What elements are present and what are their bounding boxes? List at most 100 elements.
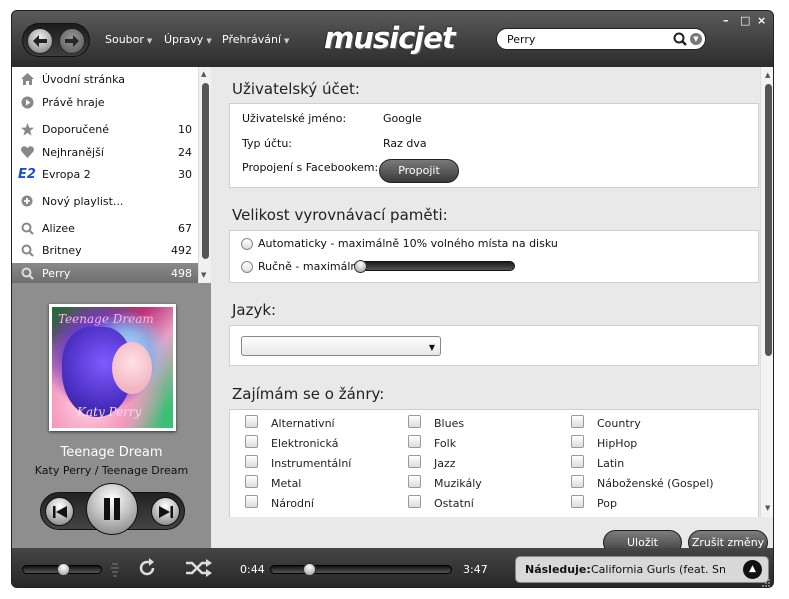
genre-checkbox[interactable] [408,435,421,448]
account-heading: Uživatelský účet: [232,80,360,98]
cache-manual-label: Ručně - maximálně [258,260,365,273]
cache-manual-radio[interactable] [241,261,253,273]
menu-prehravani[interactable]: Přehrávání ▼ [222,33,289,46]
menu-label: Soubor [105,33,144,46]
sidebar-item-label: Nejhranější [42,145,104,159]
nav-buttons [22,23,90,57]
genre-checkbox[interactable] [571,455,584,468]
volume-slider-handle[interactable] [56,563,70,576]
facebook-connect-button[interactable]: Propojit [379,159,459,183]
track-progress-bar[interactable] [270,563,452,576]
evropa2-logo-text: E2 [18,166,36,182]
sidebar-scrollbar[interactable]: ▲ ▼ [198,67,211,283]
scroll-down-icon[interactable]: ▼ [201,271,206,279]
sidebar-item-count: 24 [178,145,192,159]
genre-checkbox[interactable] [408,415,421,428]
settings-scrollbar[interactable]: ▲ ▼ [760,67,773,517]
genre-label: Elektronická [271,437,339,450]
sidebar-item-label: Nový playlist... [42,194,124,208]
arrow-right-icon [65,35,79,47]
sidebar-item-most-played[interactable]: Nejhranější 24 [12,142,198,162]
left-panel: Úvodní stránka Právě hraje Doporučené 10… [12,67,211,548]
sidebar-item-home[interactable]: Úvodní stránka [12,69,198,89]
search-box: ▼ [496,28,706,50]
speaker-icon[interactable] [110,562,120,578]
sidebar-item-search-perry[interactable]: Perry 498 [12,263,198,283]
scroll-down-icon[interactable]: ▼ [765,504,770,512]
scroll-up-icon[interactable]: ▲ [201,70,206,78]
play-circle-icon [12,96,42,109]
scrollbar-thumb[interactable] [202,83,209,259]
shuffle-icon[interactable] [186,559,212,577]
genre-checkbox[interactable] [408,495,421,508]
volume-slider[interactable] [22,563,102,576]
search-icon [12,244,42,257]
genre-checkbox[interactable] [571,415,584,428]
player-controls [40,481,185,541]
elapsed-time: 0:44 [240,563,265,576]
cache-auto-label: Automaticky - maximálně 10% volného míst… [258,237,558,250]
sidebar-item-now-playing[interactable]: Právě hraje [12,92,198,112]
genre-checkbox[interactable] [245,475,258,488]
menu-soubor[interactable]: Soubor ▼ [105,33,152,46]
minimize-button[interactable]: – [723,14,729,27]
genre-checkbox[interactable] [245,435,258,448]
search-icon[interactable] [673,32,687,46]
scroll-up-icon[interactable]: ▲ [765,71,770,79]
resize-grip-icon[interactable] [761,578,771,587]
pause-button[interactable] [86,483,138,535]
maximize-button[interactable]: □ [740,14,750,27]
next-button[interactable] [151,497,180,526]
repeat-icon[interactable] [138,558,156,578]
genre-checkbox[interactable] [245,455,258,468]
plus-circle-icon [12,195,42,207]
sidebar-item-search-britney[interactable]: Britney 492 [12,240,198,260]
sidebar-item-new-playlist[interactable]: Nový playlist... [12,191,198,211]
menu-label: Úpravy [164,33,204,46]
sidebar-list: Úvodní stránka Právě hraje Doporučené 10… [12,67,211,283]
search-options-button[interactable]: ▼ [690,33,702,45]
forward-button[interactable] [59,28,85,54]
expand-up-icon[interactable]: ▲ [743,560,762,579]
genre-label: Alternativní [271,417,335,430]
sidebar-item-label: Úvodní stránka [42,72,125,86]
genre-checkbox[interactable] [571,435,584,448]
cache-heading: Velikost vyrovnávací paměti: [232,206,448,224]
cache-size-slider[interactable] [354,260,515,273]
scrollbar-thumb[interactable] [765,84,772,356]
sidebar-item-count: 498 [171,266,192,280]
back-button[interactable] [27,28,53,54]
username-value: Google [383,112,422,125]
star-icon [12,122,42,136]
genre-checkbox[interactable] [245,495,258,508]
genre-label: Národní [271,497,314,510]
cache-auto-radio[interactable] [241,238,253,250]
genre-checkbox[interactable] [245,415,258,428]
app-window: Soubor▼ Úpravy▼ Přehrávání▼ musicjet ▼ –… [11,10,774,588]
genre-label: Pop [597,497,617,510]
close-button[interactable]: × [757,14,766,27]
up-next-box: Následuje: California Gurls (feat. Sno..… [515,556,769,583]
album-art-title: Teenage Dream [58,312,154,326]
genre-checkbox[interactable] [571,495,584,508]
genre-label: Ostatní [434,497,474,510]
evropa2-logo-icon: E2 [12,167,42,182]
genre-label: Muzikály [434,477,482,490]
previous-button[interactable] [45,497,74,526]
genre-checkbox[interactable] [571,475,584,488]
genres-box: Alternativní Blues Country Elektronická … [229,409,759,517]
genre-checkbox[interactable] [408,475,421,488]
chevron-down-icon: ▼ [284,37,290,45]
genre-checkbox[interactable] [408,455,421,468]
search-input[interactable] [507,32,657,47]
sidebar-item-evropa2[interactable]: E2 Evropa 2 30 [12,164,198,184]
chevron-down-icon: ▼ [206,37,212,45]
track-progress-handle[interactable] [303,563,317,576]
menu-upravy[interactable]: Úpravy ▼ [164,33,212,46]
language-select[interactable]: ▼ [241,336,441,356]
sidebar-item-recommended[interactable]: Doporučené 10 [12,119,198,139]
slider-handle[interactable] [354,260,367,273]
facebook-label: Propojení s Facebookem: [242,161,379,174]
sidebar-item-search-alizee[interactable]: Alizee 67 [12,218,198,238]
genre-label: Jazz [434,457,456,470]
